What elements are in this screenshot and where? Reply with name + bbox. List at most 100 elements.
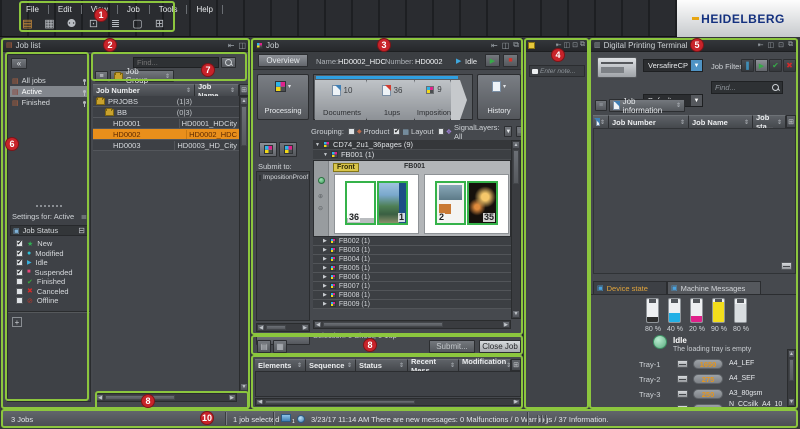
tree-sheet-row[interactable]: FB007 (1) <box>313 282 511 291</box>
menu-edit[interactable]: Edit <box>49 5 82 14</box>
overview-button[interactable]: Overview <box>258 54 308 67</box>
folder-icon[interactable] <box>105 109 114 116</box>
page-36[interactable]: 36 <box>345 181 376 225</box>
detach-icon[interactable] <box>788 41 793 49</box>
tree-sheet-fb001-row[interactable]: FB001 (1) <box>313 150 511 160</box>
resume-job-button[interactable] <box>485 54 500 67</box>
checkbox[interactable] <box>348 128 355 135</box>
processing-step-button[interactable]: Processing <box>257 74 309 120</box>
column-config-button[interactable] <box>786 115 796 128</box>
expander-icon[interactable] <box>323 301 327 307</box>
pin-icon[interactable] <box>778 41 784 49</box>
splitter-handle[interactable] <box>36 205 62 207</box>
save-view-button[interactable] <box>257 340 271 353</box>
filter-modified[interactable]: Modified <box>16 249 64 258</box>
collapse-tree-button[interactable] <box>95 71 108 82</box>
column-header-status[interactable]: Status <box>356 359 408 371</box>
message-status[interactable]: 3/23/17 11:14 AM There are new messages:… <box>311 415 609 424</box>
filter-idle[interactable]: Idle <box>16 258 48 267</box>
job-information-dropdown[interactable]: Job information <box>609 99 685 112</box>
column-header-elements[interactable]: Elements <box>255 359 306 371</box>
maximize-icon[interactable] <box>564 41 571 49</box>
expander-icon[interactable] <box>323 274 327 280</box>
grouping-signal-layers[interactable]: SignalLayers: All <box>438 123 501 141</box>
horizontal-scrollbar[interactable] <box>256 323 310 332</box>
phone-status-icon[interactable] <box>297 415 305 423</box>
column-header-job-name[interactable]: Job Name <box>689 115 753 128</box>
report-icon[interactable] <box>42 16 57 31</box>
expander-icon[interactable] <box>315 142 320 148</box>
tab-machine-messages[interactable]: Machine Messages <box>667 281 761 294</box>
add-filter-button[interactable] <box>12 317 22 327</box>
device-select[interactable]: VersafireCP <box>643 59 703 72</box>
column-header-modification[interactable]: Modification ... <box>459 359 511 371</box>
filter-error-button[interactable] <box>783 59 796 72</box>
printer-mini-icon[interactable] <box>781 262 792 270</box>
collapse-tree-button[interactable] <box>595 100 607 111</box>
documents-step[interactable]: 10 Documents <box>315 80 373 120</box>
submit-button[interactable]: Submit... <box>429 340 475 353</box>
chevron-down-icon[interactable] <box>288 83 291 90</box>
side-tag-front[interactable]: Front <box>333 163 359 172</box>
vertical-scrollbar[interactable] <box>239 96 249 392</box>
layout-check-button[interactable] <box>273 340 287 353</box>
tree-sheet-row[interactable]: FB003 (1) <box>313 246 511 255</box>
job-status-section-header[interactable]: Job Status <box>10 225 88 236</box>
filter-waiting-button[interactable] <box>741 59 754 72</box>
filter-finished[interactable]: Finished <box>16 277 65 286</box>
expander-icon[interactable] <box>323 238 327 244</box>
search-button[interactable] <box>221 57 236 68</box>
zoom-in-icon[interactable] <box>318 193 323 200</box>
undock-icon[interactable] <box>758 41 764 49</box>
tray-scrollbar[interactable] <box>787 349 796 407</box>
filter-new[interactable]: New <box>16 239 52 248</box>
scrollbar-thumb[interactable] <box>266 325 286 330</box>
table-row-bb[interactable]: BB(0|3) <box>93 107 239 118</box>
expander-icon[interactable] <box>323 265 327 271</box>
export-doc-icon[interactable] <box>152 16 167 31</box>
sidebar-item-all-jobs[interactable]: All jobs <box>10 75 88 86</box>
scroll-right-icon[interactable] <box>512 399 520 405</box>
pdf-doc-icon[interactable] <box>130 16 145 31</box>
pin-icon[interactable] <box>572 41 578 49</box>
sidebar-item-finished[interactable]: Finished <box>10 97 88 108</box>
filter-menu-icon[interactable] <box>81 212 87 221</box>
table-row-hd0001[interactable]: HD0001 HD0001_HDCity <box>93 118 239 129</box>
scroll-right-icon[interactable] <box>301 324 309 331</box>
scroll-down-icon[interactable] <box>240 383 248 391</box>
tab-device-state[interactable]: Device state <box>593 281 667 294</box>
folder-open-icon[interactable] <box>96 98 105 105</box>
oneups-step[interactable]: 36 1ups <box>367 80 421 120</box>
filter-suspended[interactable]: Suspended <box>16 268 73 277</box>
detach-icon[interactable] <box>513 40 519 50</box>
close-job-button[interactable]: Close Job <box>479 340 521 353</box>
imposition-step[interactable]: 9 Imposition <box>415 80 457 120</box>
column-header-job-number[interactable]: Job Number <box>609 115 689 128</box>
scroll-up-icon[interactable] <box>788 350 795 358</box>
tree-sheet-row[interactable]: FB006 (1) <box>313 273 511 282</box>
menu-file[interactable]: File <box>24 5 49 14</box>
menu-job[interactable]: Job <box>118 5 150 14</box>
checkbox[interactable] <box>393 128 400 135</box>
job-list-icon[interactable] <box>20 16 35 31</box>
scroll-left-icon[interactable] <box>257 324 265 331</box>
detach-icon[interactable] <box>580 41 585 49</box>
sheet-thumbnail-1[interactable]: 36 1 <box>334 174 419 234</box>
expander-icon[interactable] <box>323 247 327 253</box>
scroll-left-icon[interactable] <box>314 321 322 328</box>
expander-icon[interactable] <box>323 283 327 289</box>
collapse-section-icon[interactable] <box>78 226 85 235</box>
maximize-icon[interactable] <box>238 41 246 50</box>
checkbox[interactable] <box>16 269 23 276</box>
horizontal-scrollbar[interactable] <box>255 398 521 406</box>
checkbox[interactable] <box>16 259 23 266</box>
column-header-job-number[interactable]: Job Number <box>93 84 195 96</box>
scroll-left-icon[interactable] <box>96 394 104 401</box>
vertical-scrollbar[interactable] <box>511 140 521 319</box>
pin-icon[interactable] <box>83 101 86 104</box>
group-by-dropdown[interactable]: Job Group <box>110 70 174 82</box>
sheet-thumbnail-2[interactable]: 2 35 <box>424 174 509 234</box>
page-35[interactable]: 35 <box>467 181 498 225</box>
collapse-sidebar-button[interactable]: « <box>11 58 27 69</box>
horizontal-scrollbar[interactable] <box>313 320 511 329</box>
